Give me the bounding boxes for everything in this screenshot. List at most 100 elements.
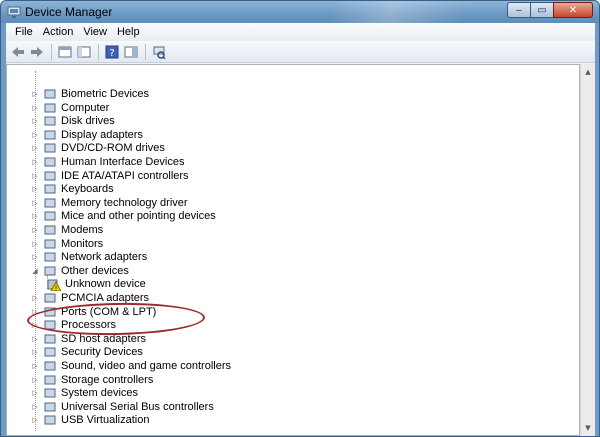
tree-category[interactable]: ▷ System devices: [31, 386, 138, 400]
expand-icon[interactable]: ▷: [31, 386, 39, 400]
dvd-drive-icon: [44, 143, 56, 153]
other-devices-icon: [44, 266, 56, 276]
device-tree-pane[interactable]: ▷ Biometric Devices ▷ Computer ▷ Disk drives ▷…: [6, 64, 580, 436]
tree-category[interactable]: ▷ Network adapters: [31, 250, 147, 264]
expand-icon[interactable]: ▷: [31, 114, 39, 128]
tree-category[interactable]: ▷ Computer: [31, 101, 109, 115]
tree-item-label: USB Virtualization: [61, 414, 150, 427]
show-hide-icon[interactable]: [123, 44, 139, 60]
storage-controller-icon: [44, 375, 56, 385]
tree-item-label: Human Interface Devices: [61, 156, 185, 168]
scroll-up-icon[interactable]: ▲: [581, 65, 595, 79]
scan-hardware-icon[interactable]: [151, 44, 167, 60]
tree-category[interactable]: ▷ Disk drives: [31, 114, 115, 128]
tree-child-item[interactable]: ! Unknown device: [47, 277, 146, 292]
expand-icon[interactable]: ▷: [31, 373, 39, 387]
computer-icon: [44, 103, 56, 113]
menu-action[interactable]: Action: [38, 26, 79, 38]
close-button[interactable]: ✕: [553, 2, 593, 18]
expand-icon[interactable]: ▷: [31, 101, 39, 115]
tree-item-label: Security Devices: [61, 346, 143, 359]
expand-icon[interactable]: ▷: [31, 182, 39, 196]
expand-icon[interactable]: ▷: [31, 359, 39, 373]
expand-icon[interactable]: ▷: [31, 169, 39, 183]
vertical-scrollbar[interactable]: ▲ ▼: [580, 64, 595, 436]
system-devices-icon: [44, 388, 56, 398]
tree-item-label: Biometric Devices: [61, 88, 150, 100]
display-adapter-icon: [44, 130, 56, 140]
console-tree-icon[interactable]: [76, 44, 92, 60]
tree-category[interactable]: ◢ Other devices: [31, 264, 129, 278]
tree-category[interactable]: ▷ Human Interface Devices: [31, 155, 185, 169]
tree-category[interactable]: ▷ Display adapters: [31, 128, 143, 142]
tree-item-label: Modems: [61, 224, 104, 236]
monitor-icon: [44, 239, 56, 249]
fingerprint-icon: [44, 89, 56, 99]
keyboard-icon: [44, 184, 56, 194]
menu-bar: File Action View Help: [6, 23, 595, 41]
hid-icon: [44, 157, 56, 167]
expand-icon[interactable]: ▷: [31, 155, 39, 169]
menu-view[interactable]: View: [78, 26, 112, 38]
expand-icon[interactable]: ▷: [31, 250, 39, 264]
menu-file[interactable]: File: [10, 26, 38, 38]
expand-icon[interactable]: ▷: [31, 332, 39, 346]
tree-category[interactable]: ▷ Storage controllers: [31, 373, 153, 387]
scroll-down-icon[interactable]: ▼: [581, 421, 595, 435]
help-icon[interactable]: ?: [104, 44, 120, 60]
disk-drive-icon: [44, 116, 56, 126]
back-icon[interactable]: [10, 44, 26, 60]
expand-icon[interactable]: ▷: [31, 87, 39, 101]
toolbar-separator: [98, 43, 99, 60]
network-adapter-icon: [44, 252, 56, 262]
tree-category[interactable]: ▷ Biometric Devices: [31, 87, 149, 101]
usb-virtualization-icon: [44, 415, 56, 425]
window-title: Device Manager: [25, 5, 113, 19]
maximize-button[interactable]: ▭: [530, 2, 554, 18]
ide-controller-icon: [44, 171, 56, 181]
minimize-button[interactable]: ‒: [507, 2, 531, 18]
tree-item-label: Disk drives: [61, 115, 115, 128]
sound-icon: [44, 361, 56, 371]
client-area: File Action View Help ? ▷ Biometric Devi…: [6, 23, 595, 436]
tree-category[interactable]: ▷ Modems: [31, 223, 103, 237]
tree-category[interactable]: ▷ Monitors: [31, 237, 103, 251]
pcmcia-icon: [44, 293, 56, 303]
sd-host-icon: [44, 334, 56, 344]
expand-icon[interactable]: ▷: [31, 291, 39, 305]
tree-category[interactable]: ▷ Security Devices: [31, 345, 143, 359]
tree-category[interactable]: ▷ USB Virtualization: [31, 413, 149, 427]
tree-category[interactable]: ▷ Sound, video and game controllers: [31, 359, 231, 373]
tree-category[interactable]: ▷ Universal Serial Bus controllers: [31, 400, 214, 414]
menu-help[interactable]: Help: [112, 26, 145, 38]
tree-item-label: Memory technology driver: [61, 196, 188, 209]
tree-item-label: Computer: [61, 101, 110, 114]
properties-view-icon[interactable]: [57, 44, 73, 60]
modem-icon: [44, 225, 56, 235]
tree-item-label: Monitors: [61, 237, 104, 250]
toolbar-separator: [145, 43, 146, 60]
expand-icon[interactable]: ▷: [31, 128, 39, 142]
collapse-icon[interactable]: ◢: [31, 264, 39, 278]
watermark: [326, 1, 486, 23]
expand-icon[interactable]: ▷: [31, 141, 39, 155]
expand-icon[interactable]: ▷: [31, 413, 39, 427]
expand-icon[interactable]: ▷: [31, 223, 39, 237]
expand-icon[interactable]: ▷: [31, 209, 39, 223]
expand-icon[interactable]: ▷: [31, 196, 39, 210]
expand-icon[interactable]: ▷: [31, 237, 39, 251]
tree-category[interactable]: ▷ IDE ATA/ATAPI controllers: [31, 169, 189, 183]
expand-icon[interactable]: ▷: [31, 400, 39, 414]
tree-category[interactable]: ▷ Mice and other pointing devices: [31, 209, 215, 223]
tree-category[interactable]: ▷ DVD/CD-ROM drives: [31, 141, 165, 155]
expand-icon[interactable]: ▷: [31, 345, 39, 359]
tree-item-label: Unknown device: [65, 278, 146, 291]
forward-icon[interactable]: [29, 44, 45, 60]
tree-item-label: IDE ATA/ATAPI controllers: [61, 169, 189, 182]
unknown-device-warning-icon: !: [47, 279, 61, 292]
tree-item-label: System devices: [61, 387, 139, 400]
tree-category[interactable]: ▷ Memory technology driver: [31, 196, 188, 210]
device-manager-icon: [7, 6, 21, 18]
title-bar[interactable]: Device Manager ‒ ▭ ✕: [1, 1, 599, 23]
tree-category[interactable]: ▷ Keyboards: [31, 182, 113, 196]
